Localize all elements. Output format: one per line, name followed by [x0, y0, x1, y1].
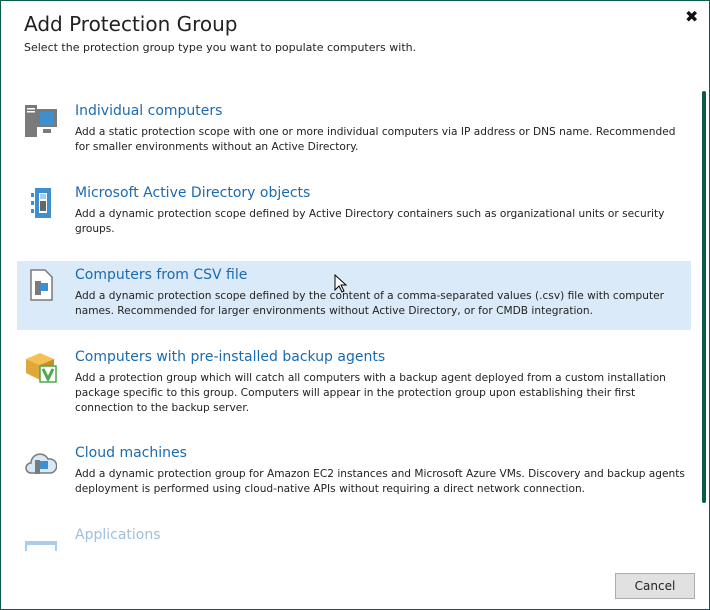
close-icon[interactable]: ✖	[685, 7, 698, 26]
csv-file-icon	[30, 269, 53, 301]
option-cloud-machines[interactable]: Cloud machines Add a dynamic protection …	[17, 439, 691, 508]
option-csv-file[interactable]: Computers from CSV file Add a dynamic pr…	[17, 261, 691, 330]
option-description: Add a dynamic protection scope defined b…	[75, 290, 665, 317]
dialog-window: Add Protection Group Select the protecti…	[0, 0, 710, 610]
package-icon	[26, 353, 57, 383]
computer-icon	[25, 105, 57, 137]
cancel-button[interactable]: Cancel	[615, 573, 695, 599]
dialog-subtitle: Select the protection group type you wan…	[24, 41, 417, 54]
option-individual-computers[interactable]: Individual computers Add a static protec…	[17, 97, 691, 166]
option-description: Add a dynamic protection group for Amazo…	[75, 468, 685, 495]
scrollbar[interactable]	[702, 91, 706, 503]
mouse-cursor-icon	[334, 274, 348, 293]
application-icon	[25, 541, 57, 551]
cloud-icon	[25, 453, 57, 474]
option-active-directory[interactable]: Microsoft Active Directory objects Add a…	[17, 179, 691, 248]
option-title: Microsoft Active Directory objects	[75, 185, 311, 201]
option-title: Cloud machines	[75, 445, 187, 461]
option-title: Applications	[75, 527, 161, 543]
option-description: Add a dynamic protection scope defined b…	[75, 208, 665, 235]
dialog-title: Add Protection Group	[24, 12, 238, 36]
option-title: Computers from CSV file	[75, 267, 248, 283]
option-preinstalled-agents[interactable]: Computers with pre-installed backup agen…	[17, 343, 691, 414]
active-directory-icon	[31, 188, 51, 218]
option-description: Add a protection group which will catch …	[75, 372, 666, 414]
option-title: Computers with pre-installed backup agen…	[75, 349, 386, 365]
option-applications[interactable]: Applications	[17, 521, 691, 551]
option-description: Add a static protection scope with one o…	[75, 126, 676, 153]
option-title: Individual computers	[75, 103, 223, 119]
